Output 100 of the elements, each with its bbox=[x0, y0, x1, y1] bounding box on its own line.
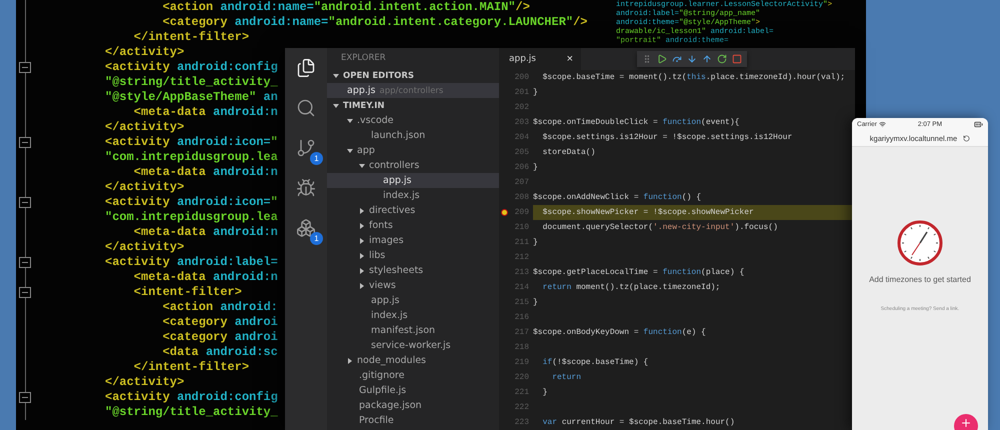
close-button[interactable]: × bbox=[564, 53, 575, 65]
line-number: 223 bbox=[514, 418, 529, 427]
play-icon[interactable] bbox=[657, 54, 667, 64]
caret-icon bbox=[333, 72, 339, 78]
fold-marker-icon[interactable] bbox=[19, 137, 31, 148]
tree-item[interactable]: app bbox=[327, 143, 499, 158]
code-line: <category androi bbox=[162, 330, 278, 345]
code-line: <meta-data android:n bbox=[132, 225, 278, 240]
reload-icon[interactable] bbox=[963, 134, 970, 142]
tree-item[interactable]: .gitignore bbox=[327, 368, 499, 383]
line-number: 214 bbox=[514, 283, 529, 292]
caret-icon bbox=[359, 208, 365, 214]
code-line: $scope.settings.is12Hour = !$scope.settings.is12Hour bbox=[542, 132, 792, 144]
code-line: </activity> bbox=[105, 180, 184, 195]
tree-item[interactable]: Procfile bbox=[327, 413, 499, 428]
line-number: 208 bbox=[514, 193, 529, 202]
caret-icon bbox=[347, 358, 353, 364]
code-line: </intent-filter> bbox=[132, 30, 250, 45]
fold-marker-icon[interactable] bbox=[19, 257, 31, 268]
code-line: "@style/AppBaseTheme" an bbox=[105, 90, 278, 105]
code-line: $scope.baseTime = moment().tz(this.place.timezoneId).hour(val); bbox=[542, 72, 846, 84]
editor-tab[interactable]: app.js × bbox=[499, 48, 581, 70]
caret-icon bbox=[333, 102, 339, 108]
code-line: </activity> bbox=[105, 375, 184, 390]
tree-item[interactable]: service-worker.js bbox=[327, 338, 499, 353]
code-line: <intent-filter> bbox=[132, 285, 242, 300]
tree-item[interactable]: app.js bbox=[327, 173, 499, 188]
caret-icon bbox=[347, 148, 353, 154]
branch-icon[interactable] bbox=[296, 138, 316, 158]
line-number: 201 bbox=[514, 88, 529, 97]
search-icon[interactable] bbox=[296, 98, 316, 118]
files-icon[interactable] bbox=[296, 58, 316, 78]
restart-icon[interactable] bbox=[717, 54, 727, 64]
step-out-icon[interactable] bbox=[702, 54, 712, 64]
tree-item[interactable]: fonts bbox=[327, 218, 499, 233]
tree-item[interactable]: stylesheets bbox=[327, 263, 499, 278]
bug-icon[interactable] bbox=[296, 178, 316, 198]
tree-item[interactable]: Gulpfile.js bbox=[327, 383, 499, 398]
tree-item[interactable]: images bbox=[327, 233, 499, 248]
code-line: "com.intrepidusgroup.lea bbox=[105, 210, 278, 225]
empty-state-title: Add timezones to get started bbox=[869, 275, 971, 284]
code-line: </intent-filter> bbox=[132, 360, 250, 375]
code-line: $scope.onAddNewClick = function() { bbox=[533, 192, 702, 204]
caret-icon bbox=[347, 118, 353, 124]
code-line: <activity android:config bbox=[105, 390, 278, 405]
tree-item[interactable]: .vscode bbox=[327, 113, 499, 128]
code-line: "com.intrepidusgroup.lea bbox=[105, 150, 278, 165]
caret-icon bbox=[359, 252, 365, 258]
tree-item[interactable]: manifest.json bbox=[327, 323, 499, 338]
section-header[interactable]: TIMEY.IN bbox=[327, 98, 499, 113]
grip-icon[interactable] bbox=[642, 54, 652, 64]
line-number: 203 bbox=[514, 118, 529, 127]
caret-icon bbox=[359, 268, 365, 274]
code-line: storeData() bbox=[542, 147, 596, 159]
fold-marker-icon[interactable] bbox=[19, 392, 31, 403]
line-number: 202 bbox=[514, 103, 529, 112]
line-number: 204 bbox=[514, 133, 529, 142]
tree-item[interactable]: node_modules bbox=[327, 353, 499, 368]
line-number: 212 bbox=[514, 253, 529, 262]
tree-item[interactable]: libs bbox=[327, 248, 499, 263]
code-line: $scope.onBodyKeyDown = function(e) { bbox=[533, 327, 706, 339]
code-line: return moment().tz(place.timezoneId); bbox=[542, 282, 720, 294]
code-line: <category android:name="android.intent.category.LAUNCHER"/> bbox=[162, 15, 588, 30]
caret-icon bbox=[359, 238, 365, 244]
breakpoint-icon[interactable] bbox=[500, 209, 508, 216]
code-line: } bbox=[533, 297, 538, 309]
tree-item[interactable]: app.js bbox=[327, 293, 499, 308]
tree-item[interactable]: index.js bbox=[327, 188, 499, 203]
tree-item[interactable]: index.js bbox=[327, 308, 499, 323]
caret-icon bbox=[359, 282, 365, 288]
section-header[interactable]: OPEN EDITORS bbox=[327, 68, 499, 83]
fold-marker-icon[interactable] bbox=[19, 287, 31, 298]
line-number: 216 bbox=[514, 313, 529, 322]
line-number: 210 bbox=[514, 223, 529, 232]
line-number: 211 bbox=[514, 238, 529, 247]
fold-marker-icon[interactable] bbox=[19, 62, 31, 73]
code-line: <activity android:config bbox=[105, 60, 278, 75]
caret-icon bbox=[359, 222, 365, 228]
clock-icon bbox=[896, 219, 944, 267]
line-number: 222 bbox=[514, 403, 529, 412]
tree-item[interactable]: controllers bbox=[327, 158, 499, 173]
tree-item[interactable]: directives bbox=[327, 203, 499, 218]
count-badge: 1 bbox=[310, 232, 323, 245]
boxes-icon[interactable] bbox=[296, 218, 316, 238]
line-number: 213 bbox=[514, 268, 529, 277]
tree-item[interactable]: package.json bbox=[327, 398, 499, 413]
open-editor-item[interactable]: app.js app/controllers bbox=[327, 83, 499, 98]
code-line: </activity> bbox=[105, 240, 184, 255]
line-number: 200 bbox=[514, 73, 529, 82]
stop-icon[interactable] bbox=[732, 54, 742, 64]
fold-marker-icon[interactable] bbox=[19, 197, 31, 208]
line-number: 206 bbox=[514, 163, 529, 172]
plus-icon bbox=[960, 417, 972, 429]
code-line: "@string/title_activity_ bbox=[105, 75, 278, 90]
tree-item[interactable]: views bbox=[327, 278, 499, 293]
step-into-icon[interactable] bbox=[687, 54, 697, 64]
tree-item[interactable]: launch.json bbox=[327, 128, 499, 143]
code-line: $scope.onTimeDoubleClick = function(event){ bbox=[533, 117, 740, 129]
code-line: <meta-data android:n bbox=[132, 270, 278, 285]
step-over-icon[interactable] bbox=[672, 54, 682, 64]
